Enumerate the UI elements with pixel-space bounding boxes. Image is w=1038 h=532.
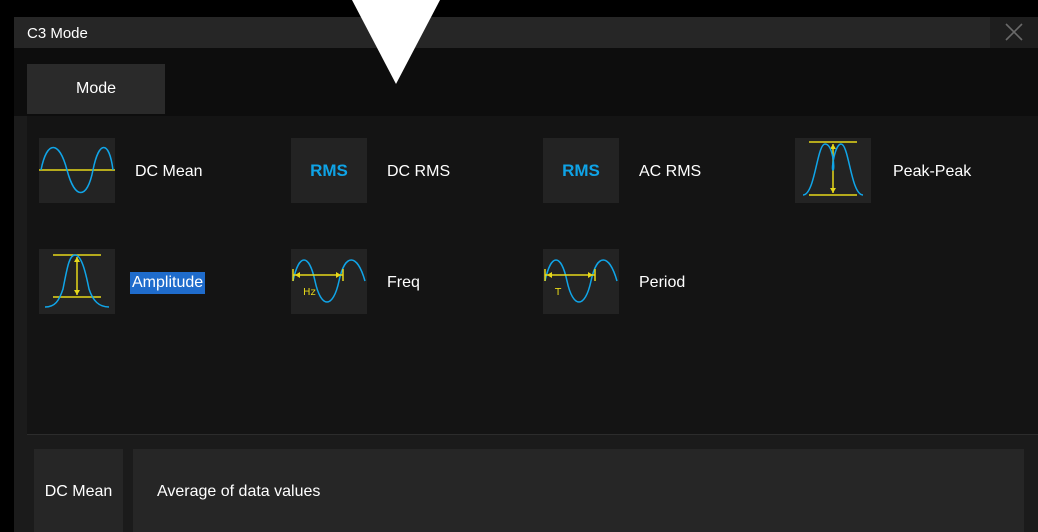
mode-dialog: C3 Mode Mode DC Mean RMS DC RMS RMS AC R… [14,17,1038,532]
option-label: Peak-Peak [893,163,972,180]
close-icon [1005,23,1023,41]
rms-icon: RMS [543,138,619,203]
sine-mean-icon [39,138,115,203]
option-dc-rms[interactable]: RMS DC RMS [291,138,491,204]
tab-bar: Mode [14,48,1038,116]
amplitude-icon [39,249,115,314]
option-label: Freq [387,274,420,291]
rms-icon-text: RMS [562,161,600,180]
title-bar: C3 Mode [14,17,1038,48]
mode-options-grid: DC Mean RMS DC RMS RMS AC RMS Peak-Peak … [27,116,1038,434]
rms-icon: RMS [291,138,367,203]
tab-mode[interactable]: Mode [27,64,165,114]
option-label: Period [639,274,686,291]
option-ac-rms[interactable]: RMS AC RMS [543,138,743,204]
peak-peak-icon [795,138,871,203]
option-peak-peak[interactable]: Peak-Peak [795,138,1015,204]
freq-icon: Hz [291,249,367,314]
option-dc-mean[interactable]: DC Mean [39,138,239,204]
dialog-title: C3 Mode [27,25,88,42]
description-mode-name: DC Mean [34,449,123,532]
option-freq[interactable]: Hz Freq [291,249,491,315]
option-amplitude[interactable]: Amplitude [39,249,259,315]
close-button[interactable] [990,17,1038,48]
option-period[interactable]: T Period [543,249,743,315]
hz-label: Hz [303,287,316,298]
t-label: T [554,287,562,298]
option-label: AC RMS [639,163,702,180]
option-label: DC RMS [387,163,451,180]
period-icon: T [543,249,619,314]
rms-icon-text: RMS [310,161,348,180]
option-label: DC Mean [135,163,203,180]
option-label: Amplitude [130,272,206,294]
description-text: Average of data values [133,449,1024,532]
pointer-arrow-icon [352,0,440,84]
divider [27,434,1038,435]
